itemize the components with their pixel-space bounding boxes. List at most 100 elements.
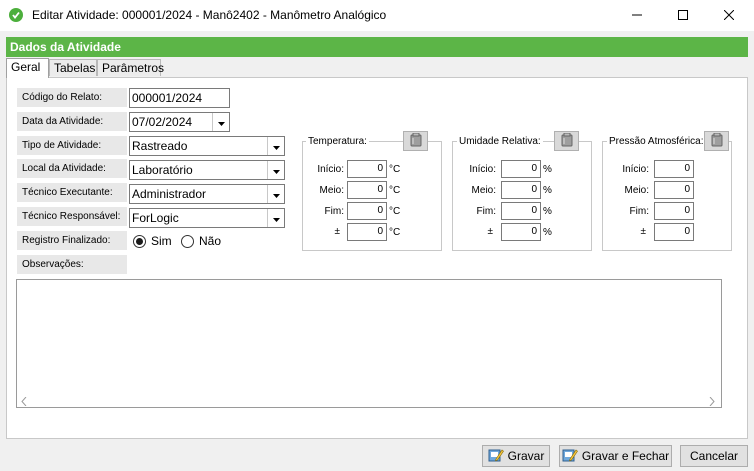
pressao-fim-input[interactable]: 0	[654, 202, 694, 220]
tecnico-responsavel-label: Técnico Responsável:	[17, 207, 127, 227]
umidade-inicio-unit: %	[543, 164, 552, 175]
pressao-inicio-input[interactable]: 0	[654, 160, 694, 178]
codigo-field[interactable]: 000001/2024	[129, 88, 230, 108]
tecnico-executante-dropdown-button[interactable]	[267, 185, 284, 203]
umidade-pm-unit: %	[543, 227, 552, 238]
pressao-pm-label: ±	[640, 226, 647, 237]
tipo-value: Rastreado	[132, 139, 188, 153]
observacoes-label: Observações:	[17, 255, 127, 275]
temperatura-meio-label: Meio:	[319, 185, 344, 196]
gauge-device-icon	[711, 132, 723, 150]
title-bar: Editar Atividade: 000001/2024 - Manô2402…	[0, 0, 754, 31]
radio-nao-label: Não	[199, 234, 222, 248]
tipo-dropdown-button[interactable]	[267, 137, 284, 155]
chevron-down-icon	[272, 209, 280, 227]
data-value: 07/02/2024	[132, 115, 193, 129]
umidade-read-button[interactable]	[554, 131, 579, 151]
close-icon	[723, 9, 735, 23]
horizontal-scrollbar[interactable]	[17, 393, 721, 407]
temperatura-read-button[interactable]	[403, 131, 428, 151]
gauge-device-icon	[410, 132, 422, 150]
gauge-device-icon	[561, 132, 573, 150]
data-date-picker[interactable]: 07/02/2024	[129, 112, 230, 132]
umidade-inicio-input[interactable]: 0	[501, 160, 541, 178]
temperatura-pm-label: ±	[334, 226, 341, 237]
tab-geral[interactable]: Geral	[6, 58, 49, 78]
chevron-down-icon	[272, 137, 280, 155]
temperatura-inicio-label: Início:	[317, 164, 344, 175]
tecnico-responsavel-dropdown-button[interactable]	[267, 209, 284, 227]
maximize-button[interactable]	[660, 0, 706, 31]
tipo-select[interactable]: Rastreado	[129, 136, 285, 156]
temperatura-meio-input[interactable]: 0	[347, 181, 387, 199]
tab-parametros[interactable]: Parâmetros	[97, 59, 164, 76]
umidade-fim-label: Fim:	[476, 206, 496, 217]
radio-sim[interactable]	[133, 235, 146, 248]
gravar-label: Gravar	[507, 449, 545, 463]
cancelar-button[interactable]: Cancelar	[680, 445, 748, 467]
scroll-right-icon[interactable]	[709, 395, 715, 409]
umidade-meio-label: Meio:	[471, 185, 496, 196]
temperatura-inicio-unit: °C	[389, 164, 401, 175]
umidade-fim-unit: %	[543, 206, 552, 217]
observacoes-textarea[interactable]	[16, 279, 722, 408]
scroll-left-icon[interactable]	[21, 395, 27, 409]
radio-nao[interactable]	[181, 235, 194, 248]
local-select[interactable]: Laboratório	[129, 160, 285, 180]
local-value: Laboratório	[132, 163, 193, 177]
chevron-down-icon	[272, 161, 280, 179]
tab-tabelas[interactable]: Tabelas	[49, 59, 97, 76]
section-header: Dados da Atividade	[6, 37, 748, 57]
save-pencil-icon	[488, 448, 504, 465]
tecnico-executante-label: Técnico Executante:	[17, 183, 127, 203]
tipo-label: Tipo de Atividade:	[17, 136, 127, 156]
codigo-value: 000001/2024	[132, 91, 203, 105]
close-button[interactable]	[706, 0, 752, 31]
temperatura-fim-label: Fim:	[324, 206, 344, 217]
data-label: Data da Atividade:	[17, 112, 127, 132]
minimize-icon	[632, 9, 642, 23]
cancelar-label: Cancelar	[689, 449, 739, 463]
tecnico-executante-value: Administrador	[132, 187, 207, 201]
temperatura-meio-unit: °C	[389, 185, 401, 196]
app-logo-icon	[9, 8, 23, 22]
gravar-fechar-label: Gravar e Fechar	[581, 449, 670, 463]
temperatura-pm-unit: °C	[389, 227, 401, 238]
temperatura-inicio-input[interactable]: 0	[347, 160, 387, 178]
umidade-meio-unit: %	[543, 185, 552, 196]
pressao-meio-label: Meio:	[624, 185, 649, 196]
pressao-inicio-label: Início:	[622, 164, 649, 175]
date-dropdown-button[interactable]	[212, 113, 229, 131]
pressao-pm-input[interactable]: 0	[654, 223, 694, 241]
pressao-meio-input[interactable]: 0	[654, 181, 694, 199]
minimize-button[interactable]	[614, 0, 660, 31]
umidade-pm-label: ±	[487, 226, 494, 237]
pressao-fim-label: Fim:	[629, 206, 649, 217]
umidade-title: Umidade Relativa:	[457, 136, 543, 147]
local-label: Local da Atividade:	[17, 159, 127, 179]
gravar-button[interactable]: Gravar	[482, 445, 550, 467]
save-pencil-icon	[562, 448, 578, 465]
tecnico-responsavel-value: ForLogic	[132, 211, 179, 225]
gravar-fechar-button[interactable]: Gravar e Fechar	[559, 445, 672, 467]
window-title: Editar Atividade: 000001/2024 - Manô2402…	[32, 8, 387, 22]
maximize-icon	[678, 9, 688, 23]
temperatura-fim-input[interactable]: 0	[347, 202, 387, 220]
radio-sim-label: Sim	[151, 234, 172, 248]
registro-finalizado-label: Registro Finalizado:	[17, 231, 127, 251]
codigo-label: Código do Relato:	[17, 88, 127, 108]
chevron-down-icon	[217, 113, 225, 131]
temperatura-title: Temperatura:	[306, 136, 369, 147]
pressao-title: Pressão Atmosférica:	[607, 136, 706, 147]
umidade-inicio-label: Início:	[469, 164, 496, 175]
tecnico-executante-select[interactable]: Administrador	[129, 184, 285, 204]
umidade-meio-input[interactable]: 0	[501, 181, 541, 199]
umidade-pm-input[interactable]: 0	[501, 223, 541, 241]
pressao-read-button[interactable]	[704, 131, 729, 151]
local-dropdown-button[interactable]	[267, 161, 284, 179]
temperatura-fim-unit: °C	[389, 206, 401, 217]
chevron-down-icon	[272, 185, 280, 203]
umidade-fim-input[interactable]: 0	[501, 202, 541, 220]
temperatura-pm-input[interactable]: 0	[347, 223, 387, 241]
tecnico-responsavel-select[interactable]: ForLogic	[129, 208, 285, 228]
